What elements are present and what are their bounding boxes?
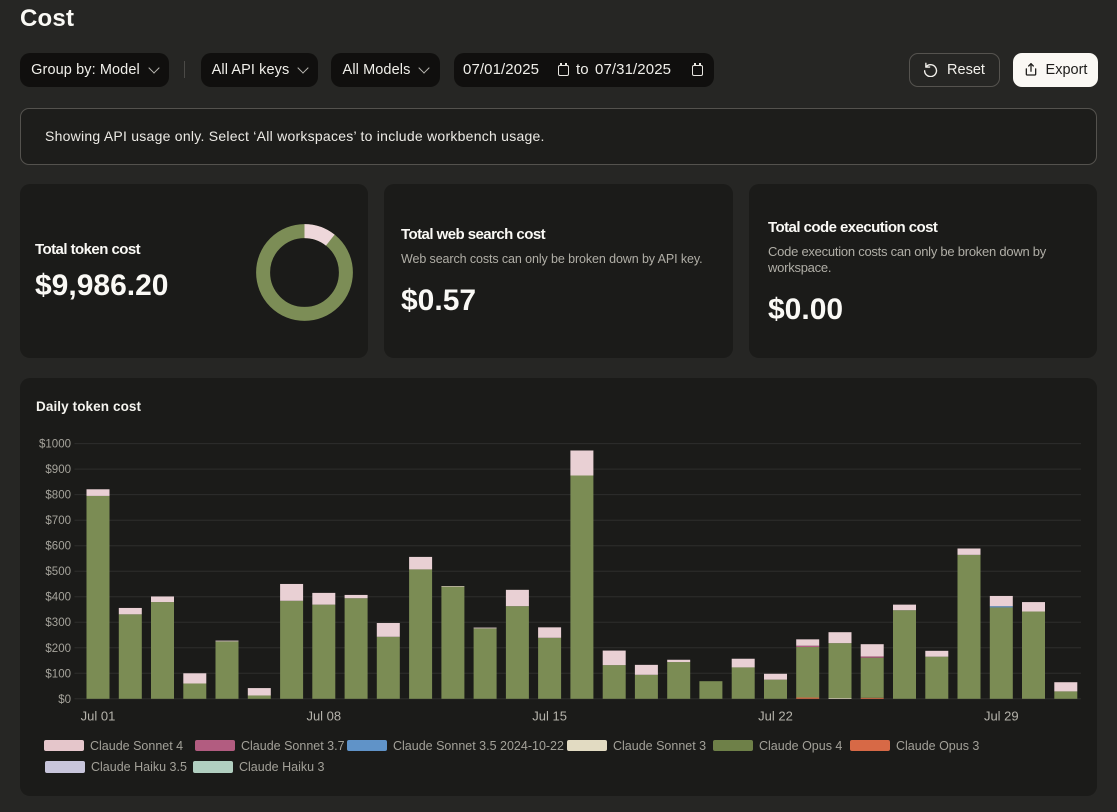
svg-text:$900: $900	[45, 464, 71, 476]
svg-text:Jul 29: Jul 29	[984, 709, 1019, 724]
svg-text:$0: $0	[58, 694, 71, 706]
svg-text:$300: $300	[45, 617, 71, 629]
svg-text:$100: $100	[45, 668, 71, 680]
svg-text:$400: $400	[45, 592, 71, 604]
svg-text:$500: $500	[45, 566, 71, 578]
svg-text:$800: $800	[45, 490, 71, 502]
svg-text:Jul 08: Jul 08	[306, 709, 341, 724]
svg-text:$1000: $1000	[39, 439, 71, 451]
svg-text:Jul 01: Jul 01	[81, 709, 116, 724]
svg-text:Jul 15: Jul 15	[532, 709, 567, 724]
svg-text:$700: $700	[45, 515, 71, 527]
svg-text:$600: $600	[45, 541, 71, 553]
svg-text:Jul 22: Jul 22	[758, 709, 793, 724]
svg-text:$200: $200	[45, 643, 71, 655]
